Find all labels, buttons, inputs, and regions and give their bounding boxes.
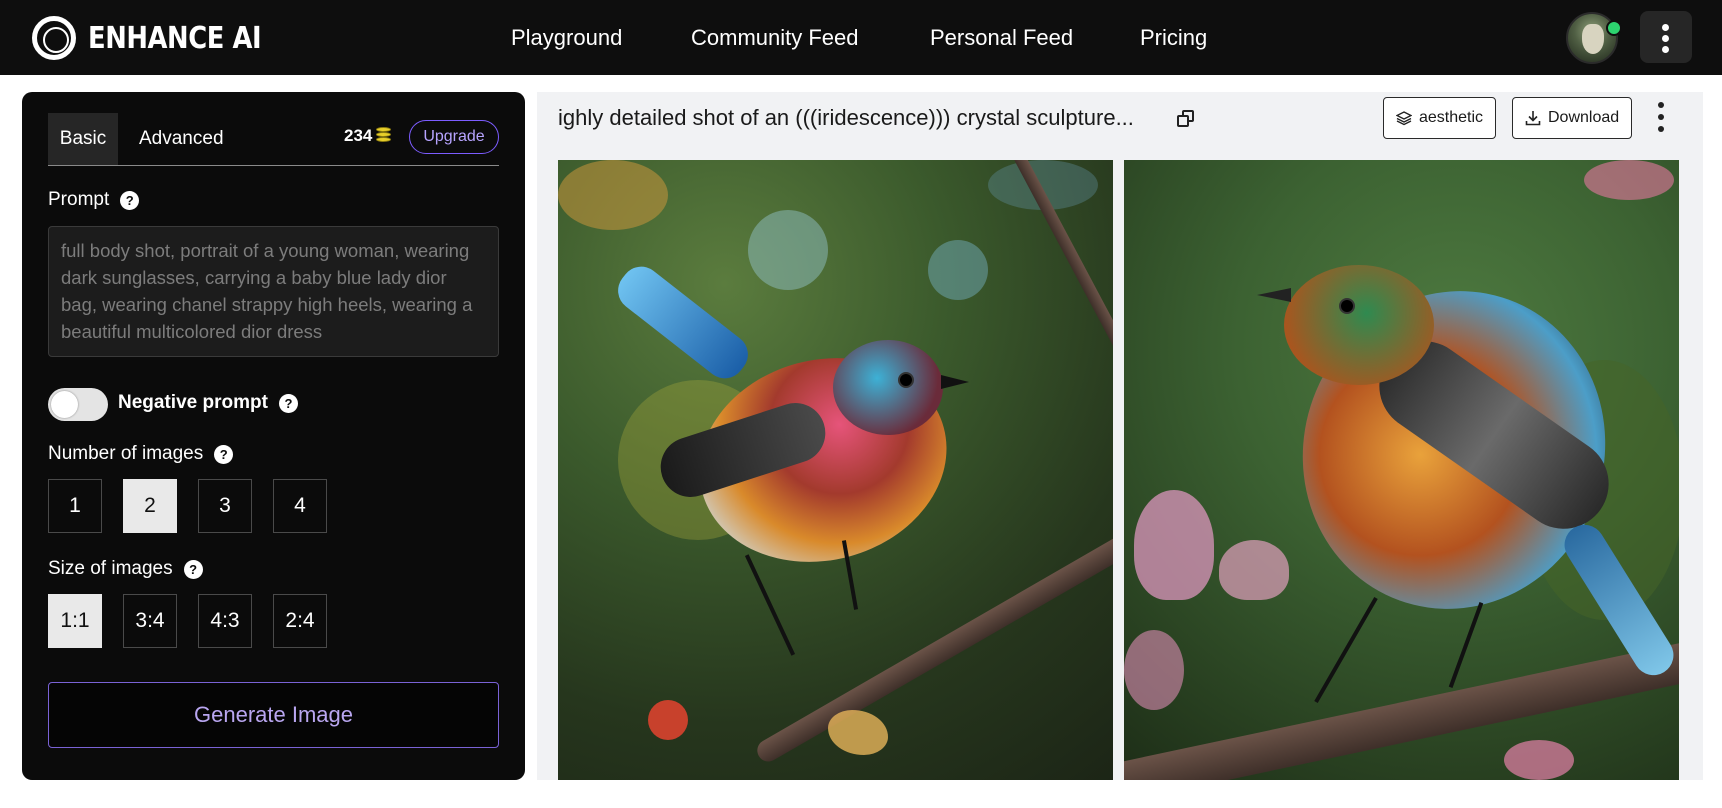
- download-button[interactable]: Download: [1512, 97, 1633, 139]
- style-tag-button[interactable]: aesthetic: [1383, 97, 1497, 139]
- bird-beak: [1257, 288, 1291, 302]
- coins-icon: [376, 127, 392, 145]
- tab-basic[interactable]: Basic: [48, 113, 118, 165]
- prompt-label: Prompt: [48, 189, 110, 210]
- generated-image-1[interactable]: [558, 160, 1113, 780]
- download-label: Download: [1548, 109, 1620, 126]
- top-navigation-bar: ENHANCE AI Playground Community Feed Per…: [0, 0, 1722, 75]
- bird-eye: [898, 372, 914, 388]
- bokeh-light: [1584, 160, 1674, 200]
- crystal-bird-head: [833, 340, 943, 435]
- crystal-bird-tail: [610, 258, 756, 387]
- help-icon[interactable]: ?: [120, 190, 140, 210]
- prompt-textarea[interactable]: full body shot, portrait of a young woma…: [48, 226, 499, 357]
- help-icon[interactable]: ?: [214, 444, 234, 464]
- bokeh-light: [748, 210, 828, 290]
- bokeh-light: [928, 240, 988, 300]
- size-option-3-4[interactable]: 3:4: [123, 594, 177, 648]
- crystal-leaf: [828, 710, 888, 755]
- bokeh-light: [558, 160, 668, 230]
- credit-count: 234: [344, 126, 373, 145]
- image-count-option-4[interactable]: 4: [273, 479, 327, 533]
- credit-balance: 234: [344, 126, 392, 146]
- upgrade-button[interactable]: Upgrade: [409, 120, 499, 154]
- negative-prompt-label-row: Negative prompt ?: [118, 392, 298, 414]
- download-icon: [1525, 110, 1541, 126]
- tab-divider: [48, 165, 499, 166]
- tree-branch: [1124, 635, 1679, 780]
- bird-leg: [744, 554, 796, 656]
- size-of-images-label: Size of images: [48, 558, 173, 579]
- generated-image-2[interactable]: [1124, 160, 1679, 780]
- nav-community-feed[interactable]: Community Feed: [691, 25, 859, 51]
- brand-name: ENHANCE AI: [88, 20, 262, 56]
- avatar-mask-image: [1582, 24, 1604, 54]
- generate-image-button[interactable]: Generate Image: [48, 682, 499, 748]
- size-option-2-4[interactable]: 2:4: [273, 594, 327, 648]
- image-count-option-2[interactable]: 2: [123, 479, 177, 533]
- number-of-images-label: Number of images: [48, 443, 204, 464]
- ring-logo-icon: [32, 16, 76, 60]
- size-of-images-label-row: Size of images ?: [48, 558, 203, 580]
- header-menu-button[interactable]: [1640, 11, 1692, 63]
- online-status-indicator: [1606, 20, 1622, 36]
- crystal-leaf: [1219, 540, 1289, 600]
- layers-icon: [1395, 110, 1413, 126]
- help-icon[interactable]: ?: [183, 559, 203, 579]
- crystal-leaf: [1124, 630, 1184, 710]
- crystal-bird-head: [1284, 265, 1434, 385]
- nav-playground[interactable]: Playground: [511, 25, 622, 51]
- bird-beak: [941, 375, 969, 389]
- brand-logo[interactable]: ENHANCE AI: [32, 16, 289, 60]
- bird-leg: [1314, 597, 1378, 703]
- style-tag-label: aesthetic: [1419, 109, 1484, 126]
- berry: [648, 700, 688, 740]
- bird-leg: [1448, 602, 1484, 688]
- tab-advanced[interactable]: Advanced: [139, 113, 224, 165]
- nav-pricing[interactable]: Pricing: [1140, 25, 1207, 51]
- kebab-menu-icon: [1662, 24, 1670, 57]
- size-option-1-1[interactable]: 1:1: [48, 594, 102, 648]
- nav-personal-feed[interactable]: Personal Feed: [930, 25, 1073, 51]
- user-avatar[interactable]: [1566, 12, 1622, 64]
- prompt-label-row: Prompt ?: [48, 189, 140, 211]
- image-count-option-1[interactable]: 1: [48, 479, 102, 533]
- negative-prompt-label: Negative prompt: [118, 392, 268, 413]
- crystal-leaf: [1134, 490, 1214, 600]
- copy-icon[interactable]: [1177, 110, 1195, 128]
- help-icon[interactable]: ?: [278, 393, 298, 413]
- image-count-option-3[interactable]: 3: [198, 479, 252, 533]
- bird-eye: [1339, 298, 1355, 314]
- number-of-images-label-row: Number of images ?: [48, 443, 234, 465]
- crystal-leaf: [1504, 740, 1574, 780]
- negative-prompt-toggle[interactable]: [48, 388, 108, 421]
- size-option-4-3[interactable]: 4:3: [198, 594, 252, 648]
- result-more-options-icon[interactable]: [1658, 102, 1666, 138]
- result-prompt-title: ighly detailed shot of an (((iridescence…: [558, 105, 1134, 130]
